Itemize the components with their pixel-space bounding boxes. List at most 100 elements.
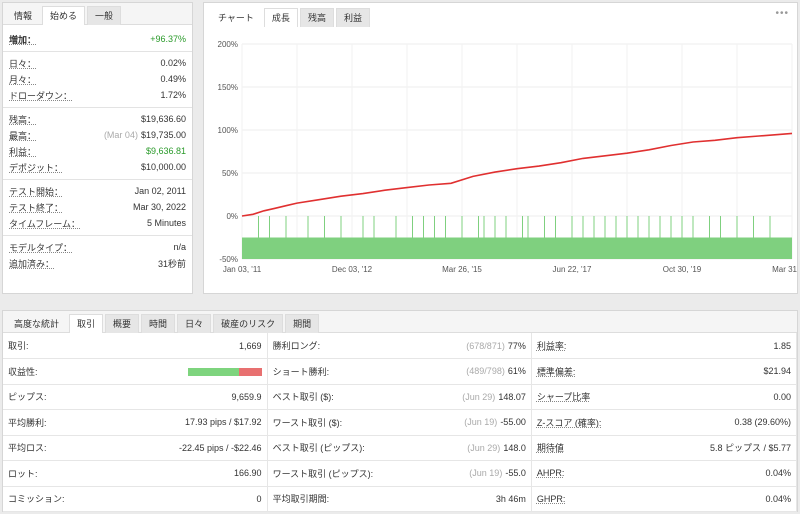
stat-label: 勝利ロング: (267, 333, 412, 359)
stat-value: $21.94 (670, 358, 797, 385)
x-tick-label: Oct 30, '19 (663, 265, 702, 274)
stat-value: (489/798) 61% (411, 358, 532, 385)
x-tick-label: Mar 26, '15 (442, 265, 482, 274)
stat-label: ベスト取引 (ピップス): (267, 435, 412, 461)
stat-row: 利益： $9,636.81 (3, 143, 192, 159)
stat-label-text: AHPR: (536, 468, 565, 479)
gain-label: 増加： (9, 34, 37, 45)
stat-label-text: 収益性: (8, 366, 38, 377)
stat-label: デポジット： (9, 162, 64, 173)
stat-value: $9,636.81 (146, 146, 186, 156)
test-group: テスト開始： Jan 02, 2011 テスト終了： Mar 30, 2022 タイムフ… (3, 183, 192, 231)
tab-profit[interactable]: 利益 (335, 8, 370, 27)
stat-label-text: ショート勝利: (272, 366, 330, 377)
stat-value: -22.45 pips / -$22.46 (142, 435, 268, 461)
stat-row: タイムフレーム： 5 Minutes (3, 215, 192, 231)
stat-value: $19,636.60 (141, 114, 186, 124)
stat-row: テスト終了： Mar 30, 2022 (3, 199, 192, 215)
stat-label: 平均ロス: (3, 435, 143, 461)
tab-risk-of-ruin[interactable]: 破産のリスク (213, 314, 284, 333)
table-row: コミッション: 0 平均取引期間: 3h 46m GHPR: 0.04% (3, 486, 797, 512)
stat-label: 平均勝利: (3, 409, 143, 436)
stat-label: 標準偏差: (531, 358, 671, 385)
y-tick-label: 50% (222, 169, 238, 178)
table-row: ピップス: 9,659.9 ベスト取引 ($): (Jun 29) 148.07 シャープ… (3, 384, 797, 410)
stat-value: 0.38 (29.60%) (670, 409, 797, 436)
divider (3, 235, 192, 236)
tab-growth[interactable]: 成長 (263, 8, 298, 27)
stat-label-text: 勝利ロング: (272, 341, 321, 351)
stat-value-text: 0.04% (765, 468, 791, 479)
stat-label: モデルタイプ： (9, 242, 73, 253)
stat-amount: 0.49% (160, 74, 186, 84)
stat-value-text: 1.85 (773, 340, 791, 351)
stat-label: AHPR: (531, 460, 671, 487)
tab-advanced-stats[interactable]: 高度な統計 (6, 314, 67, 333)
stat-value-text: 1,669 (239, 340, 262, 351)
tab-trades[interactable]: 取引 (69, 314, 104, 333)
stat-label-text: ベスト取引 ($): (272, 392, 334, 403)
stat-label: 利益率: (531, 333, 671, 359)
y-tick-label: 200% (218, 40, 238, 49)
tab-daily[interactable]: 日々 (177, 314, 212, 333)
stat-value: 5 Minutes (147, 218, 186, 228)
stat-value-text: 77% (507, 340, 526, 351)
stat-value-text: 0.00 (773, 391, 791, 402)
tab-summary[interactable]: 概要 (105, 314, 140, 333)
stat-value-text: -22.45 pips / -$22.46 (179, 442, 262, 453)
stat-value: (Mar 04) $19,735.00 (104, 130, 186, 140)
stat-row: モデルタイプ： n/a (3, 239, 192, 255)
stats-tabs: 高度な統計 取引 概要 時間 日々 破産のリスク 期間 (3, 311, 797, 333)
stat-value-text: -55.0 (505, 468, 526, 479)
tab-duration[interactable]: 期間 (285, 314, 320, 333)
stat-label: 取引: (3, 333, 143, 359)
stat-row: 月々： 0.49% (3, 71, 192, 87)
stat-label-text: ワースト取引 ($): (272, 417, 343, 428)
stat-detail: (Jun 19) (469, 468, 503, 479)
stat-label: テスト開始： (9, 186, 64, 197)
tab-start[interactable]: 始める (42, 6, 86, 25)
stat-amount: Jan 02, 2011 (134, 186, 186, 196)
stat-value-text: 0.04% (765, 493, 791, 504)
stat-label: 月々： (9, 74, 37, 85)
stat-value-text: 148.07 (498, 391, 526, 402)
tab-chart[interactable]: チャート (210, 8, 262, 27)
stat-detail: (Jun 19) (464, 417, 498, 428)
tab-general[interactable]: 一般 (87, 6, 122, 25)
more-menu-icon[interactable]: ••• (775, 8, 789, 19)
tab-balance[interactable]: 残高 (299, 8, 334, 27)
stat-value: 5.8 ピップス / $5.77 (670, 435, 797, 461)
stat-label: 収益性: (3, 358, 143, 385)
tab-info[interactable]: 情報 (6, 6, 40, 25)
stat-value: 1.85 (670, 333, 797, 359)
stat-detail: (489/798) (466, 366, 505, 377)
stat-detail: (Jun 29) (467, 442, 501, 453)
stat-value: 1.72% (160, 90, 186, 100)
stat-value: 17.93 pips / $17.92 (142, 409, 268, 436)
stat-value-text: 3h 46m (495, 493, 526, 504)
stat-value: (678/871) 77% (411, 333, 532, 359)
stat-label: コミッション: (3, 486, 143, 512)
stat-amount: 5 Minutes (146, 218, 186, 228)
stat-detail: (Jun 29) (462, 391, 496, 402)
stat-row: 追加済み： 31秒前 (3, 255, 192, 271)
stat-value: 0.02% (160, 58, 186, 68)
rate-group: 日々： 0.02% 月々： 0.49% ドローダウン： 1.72% (3, 55, 192, 103)
stat-label-text: 利益率: (536, 341, 567, 351)
stat-amount: Mar 30, 2022 (132, 202, 186, 212)
stat-row: 日々： 0.02% (3, 55, 192, 71)
stat-label: タイムフレーム： (9, 218, 81, 229)
y-tick-label: 0% (226, 212, 238, 221)
trade-bars-band (242, 237, 792, 259)
tab-hours[interactable]: 時間 (141, 314, 176, 333)
stat-label-text: ベスト取引 (ピップス): (272, 443, 365, 454)
stat-label-text: 標準偏差: (536, 366, 576, 377)
stat-value-text: 0.38 (29.60%) (734, 417, 791, 428)
stat-label: 期待値 (531, 435, 671, 461)
stat-label: Z-スコア (確率): (531, 409, 671, 436)
stat-value: 0.00 (670, 384, 797, 410)
stat-label: ワースト取引 (ピップス): (267, 460, 412, 487)
stat-value: Jan 02, 2011 (135, 186, 186, 196)
stat-value: 166.90 (142, 460, 268, 487)
stat-label: 残高： (9, 114, 37, 125)
